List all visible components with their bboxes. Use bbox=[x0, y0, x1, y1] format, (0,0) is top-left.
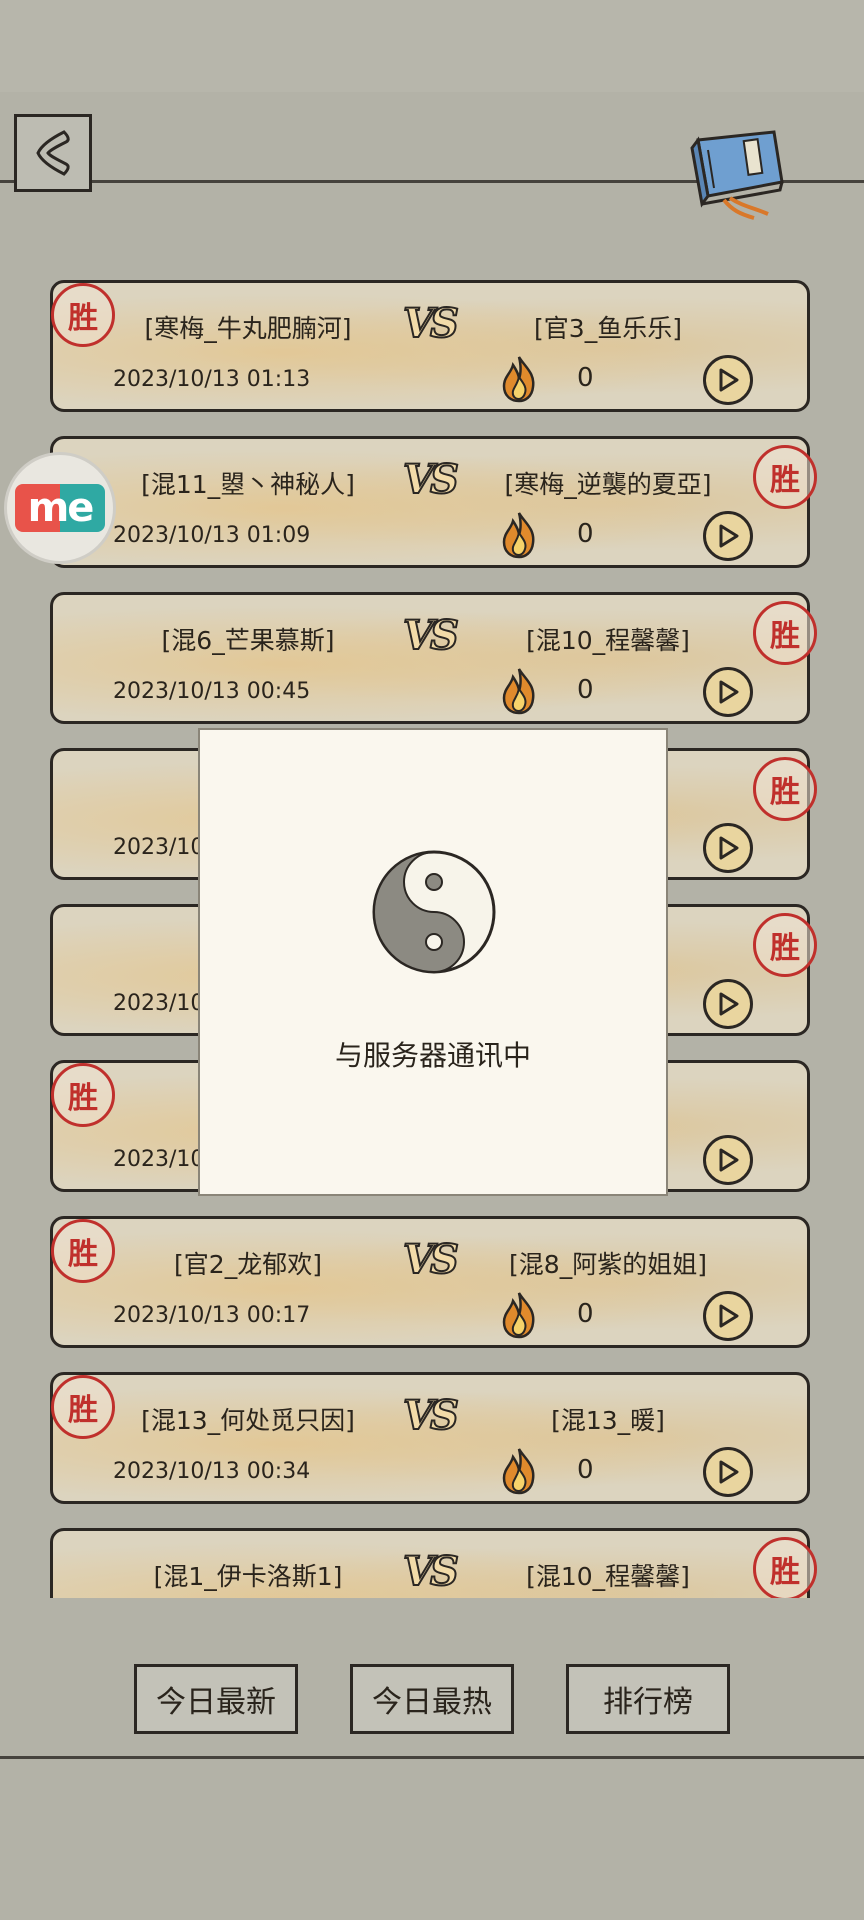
app-badge-logo: me bbox=[15, 484, 105, 532]
tab-today-latest[interactable]: 今日最新 bbox=[134, 1664, 298, 1734]
left-player-name: [混1_伊卡洛斯1] bbox=[153, 1562, 343, 1591]
play-icon bbox=[719, 836, 739, 860]
win-stamp-icon: 胜 bbox=[753, 757, 817, 821]
left-player-name: [混13_何处觅只因] bbox=[141, 1406, 355, 1435]
heat-count: 0 bbox=[577, 1455, 594, 1485]
tab-today-hottest[interactable]: 今日最热 bbox=[350, 1664, 514, 1734]
match-time: 2023/10 bbox=[113, 991, 205, 1016]
footer-divider bbox=[0, 1756, 864, 1759]
win-stamp-icon: 胜 bbox=[51, 1375, 115, 1439]
match-card[interactable]: 胜 [混1_伊卡洛斯1] VS [混10_程馨馨] bbox=[50, 1528, 817, 1598]
win-stamp-icon: 胜 bbox=[51, 1219, 115, 1283]
right-player-name: [混8_阿紫的姐姐] bbox=[509, 1250, 707, 1279]
heat-count: 0 bbox=[577, 363, 594, 393]
heat-count: 0 bbox=[577, 1299, 594, 1329]
vs-icon: VS bbox=[402, 456, 460, 504]
play-replay-button[interactable] bbox=[703, 511, 753, 561]
win-stamp-icon: 胜 bbox=[51, 1063, 115, 1127]
vs-icon: VS bbox=[402, 1236, 460, 1284]
play-icon bbox=[719, 524, 739, 548]
play-icon bbox=[719, 1304, 739, 1328]
play-replay-button[interactable] bbox=[703, 1291, 753, 1341]
left-player-name: [混11_曌丶神秘人] bbox=[141, 470, 355, 499]
left-player-name: [官2_龙郁欢] bbox=[174, 1250, 322, 1279]
right-player-name: [混10_程馨馨] bbox=[526, 626, 690, 655]
loading-dialog: 与服务器通讯中 bbox=[198, 728, 668, 1196]
match-time: 2023/10/13 00:34 bbox=[113, 1459, 311, 1484]
win-stamp-icon: 胜 bbox=[753, 1537, 817, 1598]
win-stamp-icon: 胜 bbox=[753, 913, 817, 977]
play-replay-button[interactable] bbox=[703, 979, 753, 1029]
match-card[interactable]: 胜 [混13_何处觅只因] VS [混13_暖] 2023/10/13 00:34 0 bbox=[50, 1372, 810, 1504]
play-replay-button[interactable] bbox=[703, 1135, 753, 1185]
vs-icon: VS bbox=[402, 300, 460, 348]
fire-icon bbox=[502, 1292, 535, 1339]
floating-app-badge[interactable]: me bbox=[4, 452, 116, 564]
fire-icon bbox=[502, 512, 535, 559]
match-time: 2023/10/13 01:09 bbox=[113, 523, 311, 548]
win-stamp-icon: 胜 bbox=[51, 283, 115, 347]
heat-count: 0 bbox=[577, 519, 594, 549]
left-player-name: [混6_芒果慕斯] bbox=[161, 626, 335, 655]
play-icon bbox=[719, 368, 739, 392]
fire-icon bbox=[502, 668, 535, 715]
right-player-name: [混13_暖] bbox=[551, 1406, 665, 1435]
play-replay-button[interactable] bbox=[703, 1447, 753, 1497]
match-time: 2023/10/13 00:45 bbox=[113, 679, 311, 704]
play-replay-button[interactable] bbox=[703, 355, 753, 405]
match-time: 2023/10 bbox=[113, 835, 205, 860]
back-button[interactable] bbox=[14, 114, 92, 192]
play-icon bbox=[719, 1460, 739, 1484]
vs-icon: VS bbox=[402, 612, 460, 660]
yin-yang-icon bbox=[372, 850, 496, 974]
vs-icon: VS bbox=[402, 1548, 460, 1596]
match-card[interactable]: 胜 [混6_芒果慕斯] VS [混10_程馨馨] 2023/10/13 00:45 0 bbox=[50, 592, 817, 724]
play-icon bbox=[719, 1148, 739, 1172]
tab-leaderboard[interactable]: 排行榜 bbox=[566, 1664, 730, 1734]
win-stamp-icon: 胜 bbox=[753, 601, 817, 665]
match-card[interactable]: 胜 [混11_曌丶神秘人] VS [寒梅_逆襲的夏亞] 2023/10/13 01:09… bbox=[50, 436, 817, 568]
left-player-name: [寒梅_牛丸肥腩河] bbox=[144, 314, 352, 343]
win-stamp-icon: 胜 bbox=[753, 445, 817, 509]
top-band bbox=[0, 0, 864, 92]
match-time: 2023/10/13 01:13 bbox=[113, 367, 311, 392]
match-time: 2023/10 bbox=[113, 1147, 205, 1172]
fire-icon bbox=[502, 356, 535, 403]
record-book-icon[interactable] bbox=[684, 126, 794, 226]
heat-count: 0 bbox=[577, 675, 594, 705]
match-card[interactable]: 胜 [寒梅_牛丸肥腩河] VS [官3_鱼乐乐] 2023/10/13 01:13 0 bbox=[50, 280, 810, 412]
right-player-name: [官3_鱼乐乐] bbox=[534, 314, 682, 343]
vs-icon: VS bbox=[402, 1392, 460, 1440]
fire-icon bbox=[502, 1448, 535, 1495]
match-card[interactable]: 胜 [官2_龙郁欢] VS [混8_阿紫的姐姐] 2023/10/13 00:17 0 bbox=[50, 1216, 810, 1348]
loading-message: 与服务器通讯中 bbox=[334, 1039, 531, 1072]
match-time: 2023/10/13 00:17 bbox=[113, 1303, 311, 1328]
play-replay-button[interactable] bbox=[703, 667, 753, 717]
play-icon bbox=[719, 680, 739, 704]
right-player-name: [寒梅_逆襲的夏亞] bbox=[504, 470, 712, 499]
right-player-name: [混10_程馨馨] bbox=[526, 1562, 690, 1591]
back-arrow-icon bbox=[36, 130, 70, 176]
play-icon bbox=[719, 992, 739, 1016]
play-replay-button[interactable] bbox=[703, 823, 753, 873]
